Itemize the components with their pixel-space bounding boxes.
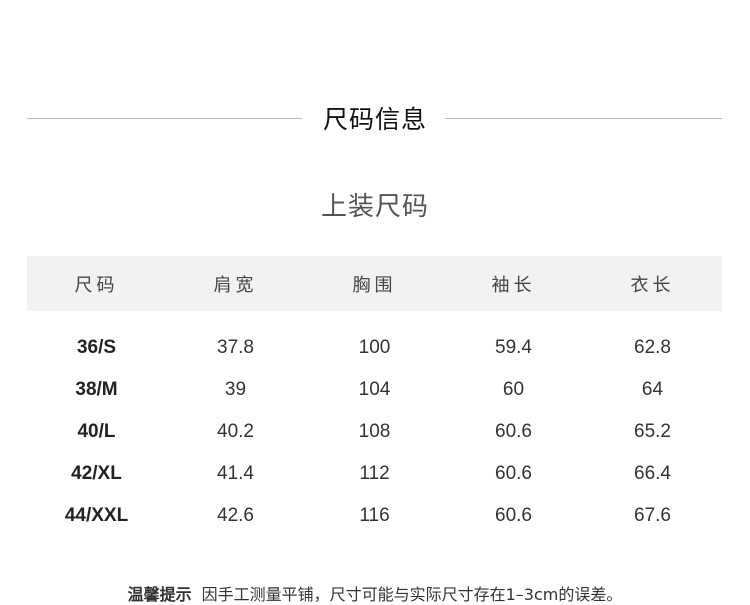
table-cell: 62.8 bbox=[634, 337, 671, 358]
table-row: 36/S 37.8 100 59.4 62.8 bbox=[27, 337, 722, 359]
table-cell: 65.2 bbox=[634, 421, 671, 442]
table-cell: 116 bbox=[359, 505, 390, 526]
footer-label: 温馨提示 bbox=[127, 585, 192, 604]
table-row: 40/L 40.2 108 60.6 65.2 bbox=[27, 421, 722, 443]
table-cell: 44/XXL bbox=[64, 505, 129, 526]
footer-text: 因手工测量平铺，尺寸可能与实际尺寸存在1–3cm的误差。 bbox=[201, 585, 623, 604]
table-cell: 108 bbox=[358, 421, 391, 442]
header-chest: 胸围 bbox=[352, 274, 397, 296]
table-cell: 66.4 bbox=[634, 463, 671, 484]
section-title: 尺码信息 bbox=[322, 105, 427, 134]
table-cell: 40/L bbox=[77, 421, 116, 442]
table-cell: 100 bbox=[358, 337, 391, 358]
table-cell: 67.6 bbox=[634, 505, 671, 526]
table-row: 42/XL 41.4 112 60.6 66.4 bbox=[27, 463, 722, 485]
table-cell: 60.6 bbox=[495, 463, 532, 484]
table-cell: 36/S bbox=[76, 337, 117, 358]
table-cell: 40.2 bbox=[217, 421, 254, 442]
table-cell: 112 bbox=[359, 463, 390, 484]
table-subtitle: 上装尺码 bbox=[320, 192, 429, 222]
header-length: 衣长 bbox=[630, 274, 675, 296]
header-size: 尺码 bbox=[74, 274, 119, 296]
header-sleeve: 袖长 bbox=[491, 274, 536, 296]
table-cell: 41.4 bbox=[217, 463, 254, 484]
table-cell: 42.6 bbox=[217, 505, 254, 526]
table-cell: 38/M bbox=[75, 379, 118, 400]
table-cell: 42/XL bbox=[71, 463, 122, 484]
table-cell: 64 bbox=[641, 379, 664, 400]
table-cell: 60.6 bbox=[495, 505, 532, 526]
table-cell: 104 bbox=[358, 379, 391, 400]
table-cell: 60 bbox=[502, 379, 525, 400]
table-cell: 37.8 bbox=[217, 337, 254, 358]
table-row: 38/M 39 104 60 64 bbox=[27, 379, 722, 401]
table-cell: 59.4 bbox=[495, 337, 532, 358]
table-cell: 39 bbox=[224, 379, 247, 400]
size-table-header: 尺码 肩宽 胸围 袖长 衣长 bbox=[27, 256, 722, 311]
table-row: 44/XXL 42.6 116 60.6 67.6 bbox=[27, 505, 722, 527]
table-cell: 60.6 bbox=[495, 421, 532, 442]
footer-note: 温馨提示 因手工测量平铺，尺寸可能与实际尺寸存在1–3cm的误差。 bbox=[0, 581, 750, 605]
header-shoulder: 肩宽 bbox=[213, 274, 258, 296]
